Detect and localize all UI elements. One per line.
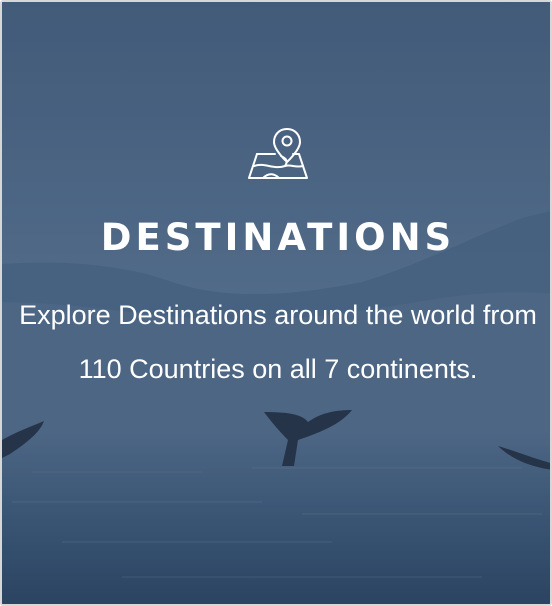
map-pin-icon <box>248 128 308 179</box>
destinations-card[interactable]: DESTINATIONS Explore Destinations around… <box>0 0 552 606</box>
card-content: DESTINATIONS Explore Destinations around… <box>2 2 550 604</box>
card-title: DESTINATIONS <box>100 216 456 259</box>
card-description: Explore Destinations around the world fr… <box>19 300 537 384</box>
